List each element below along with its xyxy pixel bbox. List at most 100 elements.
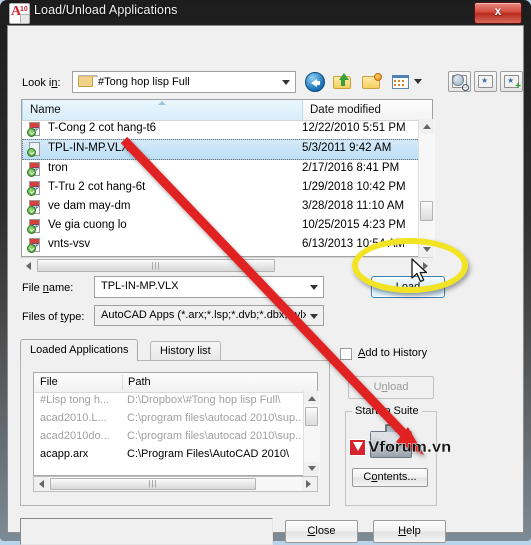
application-file-cell: acapp.arx — [40, 448, 88, 460]
add-to-history-checkbox[interactable] — [340, 348, 352, 360]
search-web-icon[interactable] — [448, 71, 471, 92]
file-name-cell: ve dam may-dm — [48, 200, 130, 212]
application-file-cell: acad2010do... — [40, 430, 110, 442]
mouse-pointer-icon — [411, 258, 429, 284]
file-date-cell: 3/28/2018 11:10 AM — [302, 200, 404, 212]
file-date-cell: 5/3/2011 9:42 AM — [302, 142, 391, 154]
file-list-scroll-thumb[interactable] — [420, 201, 433, 221]
help-button-label: Help — [374, 521, 445, 542]
loaded-applications-hscrollbar[interactable]: ||| — [33, 476, 318, 492]
file-list-row[interactable]: SP Ve gia cuong lo 10/25/2015 4:23 PM — [22, 217, 432, 236]
loaded-application-row[interactable]: acapp.arx C:\Program Files\AutoCAD 2010\ — [34, 446, 317, 464]
scroll-left-button[interactable] — [21, 258, 36, 273]
up-one-level-icon[interactable] — [333, 73, 353, 90]
vlx-file-icon: SP — [27, 142, 43, 157]
application-file-cell: acad2010.L... — [40, 412, 107, 424]
views-dropdown-icon[interactable] — [414, 79, 422, 84]
file-list-hscroll-thumb[interactable]: ||| — [37, 259, 275, 272]
file-date-cell: 10/25/2015 4:23 PM — [302, 219, 406, 231]
app-scroll-right-button[interactable] — [302, 477, 317, 491]
autocad-a10-icon: A 10 — [9, 3, 30, 24]
look-in-label: Look in: — [22, 77, 61, 89]
tab-loaded-applications-label: Loaded Applications — [30, 344, 128, 356]
file-name-label: File name: — [22, 282, 73, 294]
file-date-cell: 12/22/2010 5:51 PM — [302, 122, 406, 134]
file-list-row[interactable]: SP tron 2/17/2016 8:41 PM — [22, 160, 432, 179]
window-title: Load/Unload Applications — [34, 3, 177, 17]
application-path-cell: D:\Dropbox\#Tong hop lisp Full\ — [127, 394, 280, 406]
lsp-file-icon: SP — [27, 181, 43, 196]
close-button-label: Close — [286, 521, 357, 542]
look-in-value: #Tong hop lisp Full — [98, 76, 190, 88]
load-button-highlight-annotation — [352, 238, 468, 293]
file-list-row[interactable]: SP TPL-IN-MP.VLX 5/3/2011 9:42 AM — [22, 139, 432, 160]
look-in-combobox[interactable]: #Tong hop lisp Full — [72, 71, 296, 93]
loaded-applications-rows: #Lisp tong h... D:\Dropbox\#Tong hop lisp… — [34, 392, 317, 475]
close-window-button[interactable]: x — [474, 2, 522, 24]
vforum-logo-icon — [349, 439, 366, 456]
lsp-file-icon: SP — [27, 162, 43, 177]
scroll-up-button[interactable] — [419, 119, 434, 134]
file-list-rows: SP T-Cong 2 cot hang-t6 12/22/2010 5:51 PM… — [22, 120, 432, 256]
lsp-file-icon: SP — [27, 238, 43, 253]
tab-loaded-applications[interactable]: Loaded Applications — [20, 339, 138, 361]
app-scroll-down-button[interactable] — [304, 462, 319, 476]
column-header-date[interactable]: Date modified — [303, 100, 433, 120]
loaded-application-row[interactable]: #Lisp tong h... D:\Dropbox\#Tong hop lisp… — [34, 392, 317, 410]
screenshot-root: A 10 Load/Unload Applications x Look in: … — [0, 0, 531, 541]
application-path-cell: C:\program files\autocad 2010\sup.. — [127, 412, 301, 424]
loaded-application-row[interactable]: acad2010do... C:\program files\autocad 20… — [34, 428, 317, 446]
create-new-folder-icon[interactable] — [362, 73, 382, 90]
file-date-cell: 1/29/2018 10:42 PM — [302, 181, 406, 193]
app-scroll-up-button[interactable] — [304, 391, 319, 405]
lsp-file-icon: SP — [27, 219, 43, 234]
loaded-applications-vscrollbar[interactable] — [303, 391, 320, 476]
favorites-icon[interactable]: ★ — [474, 71, 497, 92]
close-button[interactable]: Close — [285, 520, 358, 543]
file-name-combobox[interactable]: TPL-IN-MP.VLX — [94, 276, 324, 298]
loaded-applications-list[interactable]: File Path #Lisp tong h... D:\Dropbox\#Ton… — [33, 372, 318, 476]
files-of-type-combobox[interactable]: AutoCAD Apps (*.arx;*.lsp;*.dvb;*.dbx;*.… — [94, 305, 324, 326]
lsp-file-icon: SP — [27, 122, 43, 137]
lsp-file-icon: SP — [27, 200, 43, 215]
application-file-cell: #Lisp tong h... — [40, 394, 109, 406]
files-of-type-value: AutoCAD Apps (*.arx;*.lsp;*.dvb;*.dbx;*.… — [101, 309, 306, 321]
file-date-cell: 2/17/2016 8:41 PM — [302, 162, 399, 174]
app-scroll-left-button[interactable] — [34, 477, 49, 491]
contents-button-label: Contents... — [353, 469, 427, 486]
help-button[interactable]: Help — [373, 520, 446, 543]
loaded-applications-header: File Path — [34, 373, 317, 393]
loaded-application-row[interactable]: acad2010.L... C:\program files\autocad 20… — [34, 410, 317, 428]
files-of-type-label: Files of type: — [22, 311, 84, 323]
sort-ascending-icon — [158, 101, 166, 105]
file-list-row[interactable]: SP ve dam may-dm 3/28/2018 11:10 AM — [22, 198, 432, 217]
file-list[interactable]: Name Date modified SP T-Cong 2 cot hang-t… — [21, 99, 433, 257]
tab-history-list[interactable]: History list — [150, 341, 221, 361]
file-name-cell: T-Cong 2 cot hang-t6 — [48, 122, 156, 134]
unload-button[interactable]: Unload — [348, 376, 434, 399]
close-icon: x — [475, 4, 521, 18]
file-list-vscrollbar[interactable] — [418, 119, 435, 257]
chevron-down-icon — [282, 80, 290, 85]
file-list-row[interactable]: SP T-Cong 2 cot hang-t6 12/22/2010 5:51 PM — [22, 120, 432, 139]
tab-history-list-label: History list — [160, 345, 211, 357]
unload-button-label: Unload — [349, 377, 433, 398]
title-bar: A 10 Load/Unload Applications x — [0, 0, 531, 25]
back-icon[interactable] — [305, 72, 325, 92]
folder-icon — [78, 75, 93, 87]
column-header-file[interactable]: File — [34, 373, 128, 392]
application-path-cell: C:\Program Files\AutoCAD 2010\ — [127, 448, 289, 460]
startup-suite-label: Startup Suite — [352, 405, 422, 417]
file-name-cell: tron — [48, 162, 68, 174]
app-hscroll-thumb[interactable]: ||| — [50, 478, 256, 490]
app-scroll-thumb[interactable] — [305, 407, 318, 426]
add-to-favorites-icon[interactable]: ★ + — [500, 71, 523, 92]
contents-button[interactable]: Contents... — [352, 468, 428, 487]
file-list-row[interactable]: SP T-Tru 2 cot hang-6t 1/29/2018 10:42 PM — [22, 179, 432, 198]
column-header-path[interactable]: Path — [122, 373, 308, 392]
file-name-cell: T-Tru 2 cot hang-6t — [48, 181, 145, 193]
views-icon[interactable] — [392, 74, 411, 90]
files-of-type-chevron-down-icon — [310, 314, 318, 319]
add-to-history-label: Add to History — [358, 347, 427, 359]
vforum-watermark-text: Vforum.vn — [368, 438, 451, 456]
